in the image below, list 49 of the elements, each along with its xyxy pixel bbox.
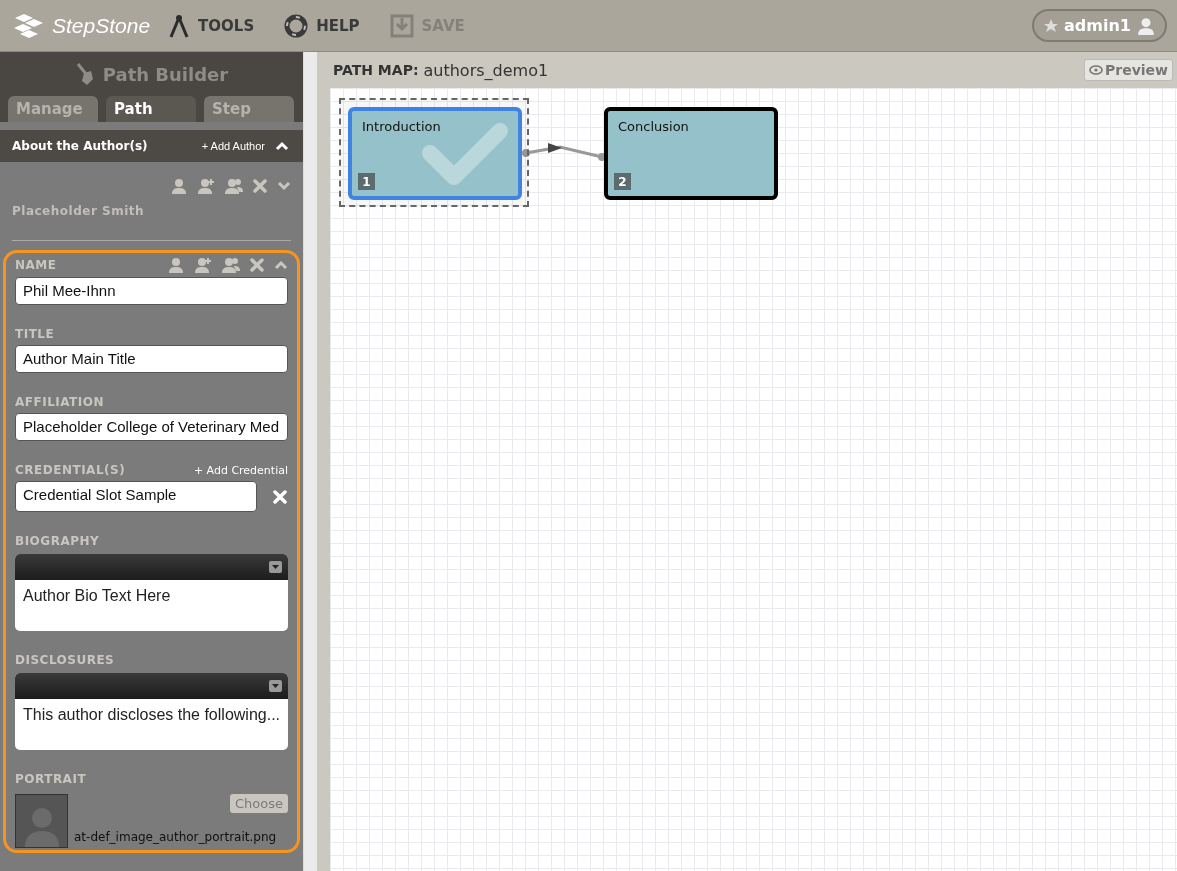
people-icon[interactable] xyxy=(222,257,240,273)
field-label: TITLE xyxy=(15,327,55,341)
field-label: NAME xyxy=(15,258,57,272)
save-icon xyxy=(389,13,414,38)
rich-text-editor[interactable]: This author discloses the following... xyxy=(15,673,288,750)
field-label: AFFILIATION xyxy=(15,395,104,409)
eye-icon xyxy=(1089,65,1103,75)
file-name: at-def_image_author_portrait.png xyxy=(74,830,277,844)
portrait-placeholder xyxy=(15,794,68,848)
credential-field[interactable]: Credential Slot Sample xyxy=(15,481,257,512)
add-person-icon[interactable] xyxy=(194,257,212,273)
text-field[interactable]: Phil Mee-Ihnn xyxy=(15,277,288,305)
panel-title: Path Builder xyxy=(102,63,229,85)
toolbar-button[interactable]: HELP xyxy=(284,13,360,38)
tab[interactable]: Path xyxy=(106,96,196,122)
text-field[interactable]: Placeholder College of Veterinary Med xyxy=(15,413,288,441)
path-map-label: PATH MAP: xyxy=(333,62,419,78)
close-icon[interactable] xyxy=(253,179,267,193)
add-credential-link[interactable]: + Add Credential xyxy=(193,463,288,477)
toolbar-button[interactable]: TOOLS xyxy=(168,13,255,38)
node-title: Conclusion xyxy=(618,119,689,134)
logo-text: StepStone xyxy=(52,13,151,38)
add-author-link[interactable]: + Add Author xyxy=(201,140,265,152)
lifebuoy-icon xyxy=(284,13,309,38)
path-map-name: authors_demo1 xyxy=(423,60,550,80)
shovel-icon xyxy=(74,62,95,86)
field-label: PORTRAIT xyxy=(15,772,87,786)
person-icon[interactable] xyxy=(168,257,184,273)
person-icon[interactable] xyxy=(171,178,187,194)
node-title: Introduction xyxy=(362,119,441,134)
field-label: BIOGRAPHY xyxy=(15,534,100,548)
people-icon[interactable] xyxy=(225,178,243,194)
star-icon xyxy=(1044,18,1059,33)
compass-icon xyxy=(168,13,191,38)
path-step-node[interactable]: Introduction 1 xyxy=(348,107,522,200)
text-field[interactable]: Author Main Title xyxy=(15,345,288,373)
step-number: 1 xyxy=(358,173,375,190)
close-icon[interactable] xyxy=(250,258,264,272)
field-label: DISCLOSURES xyxy=(15,653,115,667)
step-number: 2 xyxy=(614,173,631,190)
field-label: CREDENTIAL(S) xyxy=(15,463,126,477)
preview-button[interactable]: Preview xyxy=(1084,59,1173,81)
rich-text-editor[interactable]: Author Bio Text Here xyxy=(15,554,288,631)
dropdown-icon[interactable] xyxy=(269,680,282,692)
add-person-icon[interactable] xyxy=(197,178,215,194)
path-step-node[interactable]: Conclusion 2 xyxy=(604,107,778,200)
person-icon xyxy=(1137,16,1155,35)
dropdown-icon[interactable] xyxy=(269,561,282,573)
section-title: About the Author(s) xyxy=(12,139,149,153)
